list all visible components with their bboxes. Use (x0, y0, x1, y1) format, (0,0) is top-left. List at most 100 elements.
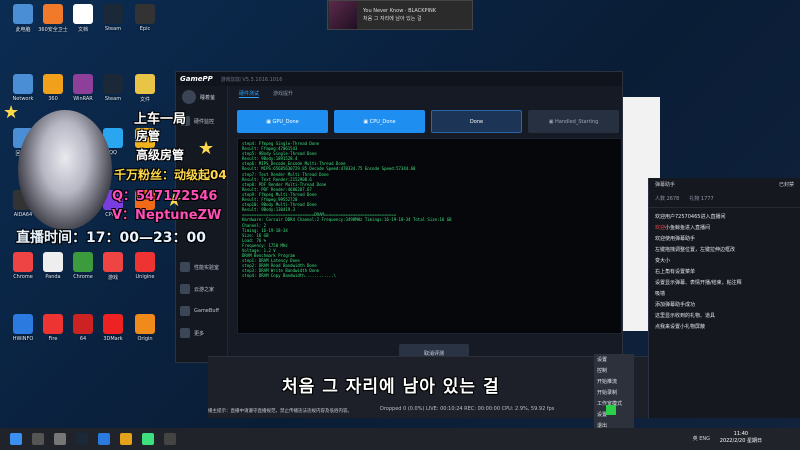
obs-menu-item[interactable]: 控制 (594, 365, 634, 376)
chat-message: 欢迎小鱼鲸鱼进入直播间 (655, 223, 794, 234)
desktop-icon[interactable]: Origin (130, 314, 160, 342)
app-icon (135, 4, 155, 24)
desktop-icon[interactable]: 360 (38, 74, 68, 102)
desktop-icon-label: HWiNFO (12, 336, 34, 342)
live-indicator (606, 405, 616, 415)
desktop-icon[interactable]: Epic (130, 4, 160, 32)
chat-message: 点我来设置小礼物屏蔽 (655, 322, 794, 333)
desktop-icon[interactable]: 游戏 (98, 252, 128, 281)
overlay-line-4: 千万粉丝：动级起04 (114, 168, 227, 182)
desktop-icon[interactable]: Steam (98, 74, 128, 102)
desktop-icon[interactable]: Steam (98, 4, 128, 32)
chat-message: 添加弹幕助手成功 (655, 300, 794, 311)
chat-text: 欢迎用户72570465进入直播间 (655, 214, 726, 220)
sidebar-item-cloud[interactable]: 云游之家 (180, 284, 214, 294)
chat-text: 左键拖拽调整位置，左键拉伸边框改 (655, 247, 736, 253)
gamepp-taskbar-icon[interactable] (142, 433, 154, 445)
app-icon (13, 252, 33, 272)
chat-text: 吸墙 (655, 291, 666, 297)
system-tray[interactable]: 英 ENG (693, 435, 710, 442)
steam-taskbar-icon[interactable] (76, 433, 88, 445)
desktop-icon-label: 64 (79, 336, 87, 342)
desktop-icon[interactable]: Fire (38, 314, 68, 342)
taskbar: 英 ENG 11:40 2022/2/20 星期日 (0, 428, 800, 450)
desktop-icon-label: Panda (45, 274, 61, 280)
obs-menu-item[interactable]: 开始录制 (594, 387, 634, 398)
sidebar-item-more[interactable]: 更多 (180, 328, 204, 338)
media-notification[interactable]: You Never Know · BLACKPINK 처음 그 자리에 남아 있… (327, 0, 473, 30)
tab-game-boost[interactable]: 游戏提升 (273, 90, 293, 98)
user-name: 睡着萤 (200, 95, 216, 101)
obs-controls-menu: 设置 控制 开始推流 开始录制 工作室模式 设置 退出 (594, 354, 634, 431)
dram-step[interactable]: Done (431, 110, 522, 133)
gamepp-window: GamePP 游戏加加 V5.3.1016.1016 睡着萤 硬件监控 性能实验… (175, 71, 623, 363)
desktop-icon[interactable]: 64 (68, 314, 98, 342)
streamer-portrait (18, 110, 112, 230)
app-version: 游戏加加 V5.3.1016.1016 (220, 76, 283, 83)
chat-ban-label[interactable]: 已封禁 (779, 181, 794, 188)
gpu-step[interactable]: ▣ GPU_Done (237, 110, 328, 133)
star-icon: ★ (3, 102, 20, 123)
avatar[interactable] (182, 90, 196, 104)
tab-hardware-test[interactable]: 硬件测试 (239, 90, 260, 98)
overlay-line-1: 上车一局 (134, 112, 187, 127)
desktop-icon[interactable]: 360安全卫士 (38, 4, 68, 33)
sidebar-item-gamebuff[interactable]: GameBuff (180, 306, 219, 316)
overlay-wechat: V：NeptuneZW (112, 208, 222, 223)
chat-message: 欢迎使用弹幕助手 (655, 234, 794, 245)
desktop-icon[interactable]: 此电脑 (8, 4, 38, 33)
danmaku-chat-panel[interactable]: 弹幕助手 已封禁 人数 2678 礼物 1777 欢迎用户72570465进入直… (648, 178, 800, 418)
obs-menu-item[interactable]: 开始推流 (594, 376, 634, 387)
desktop-icon[interactable]: Chrome (8, 252, 38, 280)
chat-message: 设置显示弹幕、表情开播/结束，粘注释 (655, 278, 794, 289)
app-icon (135, 74, 155, 94)
cpu-step[interactable]: ▣ CPU_Done (334, 110, 425, 133)
obs-taskbar-icon[interactable] (164, 433, 176, 445)
overlay-schedule: 直播时间：17：00—23：00 (16, 230, 206, 246)
tab-bar: 硬件测试 游戏提升 (229, 86, 622, 102)
app-icon (135, 314, 155, 334)
desktop-icon[interactable]: WinRAR (68, 74, 98, 102)
benchmark-steps: ▣ GPU_Done ▣ CPU_Done Done ▣ Handled_Sta… (237, 110, 619, 133)
obs-menu-item[interactable]: 设置 (594, 354, 634, 365)
app-icon (73, 4, 93, 24)
desktop-icon-label: Chrome (13, 274, 33, 280)
chat-message: 欢迎用户72570465进入直播间 (655, 212, 794, 223)
start-windows-icon[interactable] (10, 433, 22, 445)
desktop-icon-label: 3DMark (103, 336, 123, 342)
desktop-icon[interactable]: Panda (38, 252, 68, 280)
sidebar-item-lab[interactable]: 性能实验室 (180, 262, 219, 272)
search-icon[interactable] (32, 433, 44, 445)
taskbar-clock[interactable]: 11:40 2022/2/20 星期日 (720, 431, 762, 445)
desktop-icon[interactable]: 文件 (130, 74, 160, 103)
desktop-icon-label: AIDA64 (13, 212, 33, 218)
desktop-icon[interactable]: HWiNFO (8, 314, 38, 342)
app-icon (73, 314, 93, 334)
desktop-icon[interactable]: Network (8, 74, 38, 102)
overlay-qq: Q：547172546 (112, 189, 218, 204)
album-art (329, 1, 357, 29)
desktop-icon[interactable]: Chrome (68, 252, 98, 280)
desktop-icon-label: Origin (137, 336, 153, 342)
desktop-icon[interactable]: 3DMark (98, 314, 128, 342)
console-line: step4: DRAM Copy Bandwidth............\ (242, 273, 336, 279)
lyric-subtitle: 처음 그 자리에 남아 있는 걸 (282, 377, 500, 397)
viewer-count: 人数 2678 (655, 196, 680, 202)
media-lyric: 처음 그 자리에 남아 있는 걸 (363, 16, 422, 22)
desktop-icon[interactable]: Unigine (130, 252, 160, 280)
app-titlebar[interactable]: GamePP 游戏加加 V5.3.1016.1016 (176, 72, 622, 86)
app-icon (103, 314, 123, 334)
handled-step[interactable]: ▣ Handled_Starting (528, 110, 619, 133)
overlay-line-3: 高级房管 (136, 148, 185, 162)
app-sidebar: 睡着萤 硬件监控 性能实验室 云游之家 GameBuff 更多 (176, 86, 228, 362)
desktop-icon-label: 此电脑 (15, 27, 31, 33)
app-icon (43, 252, 63, 272)
star-icon: ★ (198, 138, 215, 159)
app-taskbar-icon[interactable] (98, 433, 110, 445)
chat-text: 小鱼鲸鱼进入直播间 (665, 225, 711, 231)
obs-notice-marquee: 播主提示：直播中请遵守直播规范，禁止传播违法违规内容及低俗内容。 (208, 409, 352, 414)
folder-taskbar-icon[interactable] (120, 433, 132, 445)
buff-icon (180, 306, 190, 316)
desktop-icon[interactable]: 文档 (68, 4, 98, 33)
task-view-icon[interactable] (54, 433, 66, 445)
